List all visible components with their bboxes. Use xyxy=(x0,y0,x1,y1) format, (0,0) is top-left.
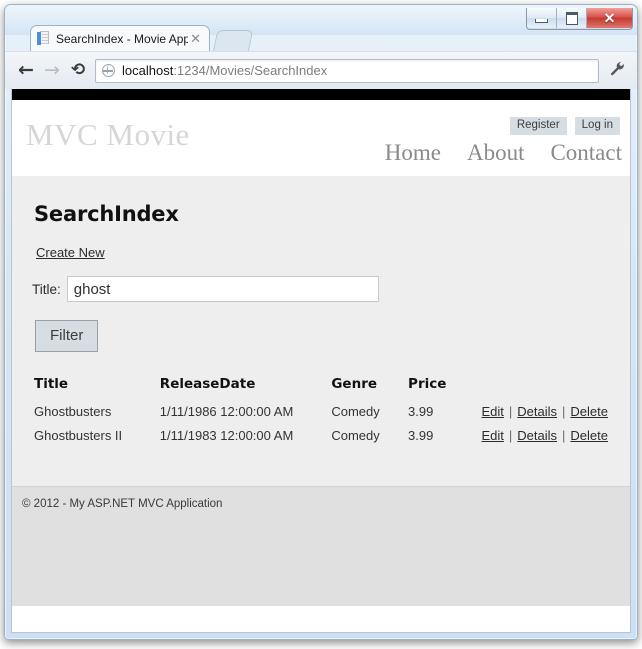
url-text: localhost:1234/Movies/SearchIndex xyxy=(122,63,327,78)
details-link[interactable]: Details xyxy=(517,428,557,443)
header-title: Title xyxy=(34,376,69,392)
header-releasedate: ReleaseDate xyxy=(159,376,256,392)
action-separator: | xyxy=(508,428,513,443)
header-price: Price xyxy=(408,376,447,392)
cell-price: 3.99 xyxy=(408,404,434,419)
address-bar[interactable]: localhost:1234/Movies/SearchIndex xyxy=(95,58,599,83)
filter-button[interactable]: Filter xyxy=(35,320,99,352)
reload-button[interactable]: ⟳ xyxy=(65,58,91,84)
new-tab-button[interactable] xyxy=(212,30,254,52)
filter-form: Title: Filter xyxy=(30,276,612,352)
action-separator: | xyxy=(562,428,566,443)
nav-contact[interactable]: Contact xyxy=(550,140,622,166)
main-nav: Home About Contact xyxy=(385,140,622,166)
delete-link[interactable]: Delete xyxy=(570,428,608,443)
cell-releasedate: 1/11/1983 12:00:00 AM xyxy=(159,428,294,443)
details-link[interactable]: Details xyxy=(517,404,557,419)
page-viewport: MVC Movie Register Log in Home About Con… xyxy=(11,89,631,633)
maximize-icon xyxy=(565,11,578,25)
cell-title: Ghostbusters xyxy=(34,404,112,419)
back-button[interactable]: ← xyxy=(13,58,39,84)
site-header: MVC Movie Register Log in Home About Con… xyxy=(12,100,630,204)
movies-table: Title ReleaseDate Genre Price Ghostbuste… xyxy=(34,376,608,448)
tab-close-icon[interactable]: ✕ xyxy=(188,32,203,45)
header-genre: Genre xyxy=(331,376,378,392)
document-icon xyxy=(37,31,50,46)
reload-icon: ⟳ xyxy=(70,60,86,80)
title-input[interactable] xyxy=(66,276,379,302)
nav-about[interactable]: About xyxy=(467,140,525,166)
table-row: Ghostbusters II 1/11/1983 12:00:00 AM Co… xyxy=(34,424,608,448)
movies-table-body: Ghostbusters 1/11/1986 12:00:00 AM Comed… xyxy=(34,400,608,448)
create-new-link[interactable]: Create New xyxy=(36,245,105,260)
title-field-row: Title: xyxy=(32,276,612,302)
title-label: Title: xyxy=(32,281,61,297)
page-body: SearchIndex Create New Title: Filter Tit… xyxy=(12,176,630,486)
tab-strip: SearchIndex - Movie App ✕ xyxy=(5,25,637,52)
browser-window: ✕ SearchIndex - Movie App ✕ ← → ⟳ localh… xyxy=(4,4,638,640)
action-separator: | xyxy=(562,404,566,419)
back-arrow-icon: ← xyxy=(18,59,34,81)
edit-link[interactable]: Edit xyxy=(481,428,503,443)
minimize-icon xyxy=(535,18,548,23)
tab-searchindex[interactable]: SearchIndex - Movie App ✕ xyxy=(30,25,210,51)
forward-button[interactable]: → xyxy=(39,58,65,84)
action-separator: | xyxy=(508,404,513,419)
close-icon: ✕ xyxy=(603,10,616,26)
url-path: :1234/Movies/SearchIndex xyxy=(173,63,328,78)
desktop-backdrop: ✕ SearchIndex - Movie App ✕ ← → ⟳ localh… xyxy=(0,0,642,649)
url-host: localhost xyxy=(122,63,174,78)
edit-link[interactable]: Edit xyxy=(481,404,503,419)
nav-home[interactable]: Home xyxy=(385,140,441,166)
cell-releasedate: 1/11/1986 12:00:00 AM xyxy=(159,404,294,419)
site-footer: © 2012 - My ASP.NET MVC Application xyxy=(12,486,630,606)
globe-icon xyxy=(102,64,115,77)
wrench-icon xyxy=(610,61,625,80)
forward-arrow-icon: → xyxy=(44,59,60,81)
account-nav: Register Log in xyxy=(509,117,620,135)
login-link[interactable]: Log in xyxy=(574,117,620,135)
tab-title: SearchIndex - Movie App xyxy=(56,31,189,46)
movies-table-head: Title ReleaseDate Genre Price xyxy=(34,376,608,400)
header-actions xyxy=(481,376,608,400)
register-link[interactable]: Register xyxy=(509,117,567,135)
table-header-row: Title ReleaseDate Genre Price xyxy=(34,376,608,400)
cell-genre: Comedy xyxy=(331,428,380,443)
cell-price: 3.99 xyxy=(408,428,434,443)
table-row: Ghostbusters 1/11/1986 12:00:00 AM Comed… xyxy=(34,400,608,424)
cell-title: Ghostbusters II xyxy=(34,428,123,443)
page-title: SearchIndex xyxy=(34,202,179,226)
cell-actions: Edit | Details | Delete xyxy=(481,400,608,424)
top-black-bar xyxy=(12,89,630,100)
delete-link[interactable]: Delete xyxy=(570,404,608,419)
cell-actions: Edit | Details | Delete xyxy=(481,424,608,448)
browser-toolbar: ← → ⟳ localhost:1234/Movies/SearchIndex xyxy=(5,51,637,89)
cell-genre: Comedy xyxy=(331,404,380,419)
wrench-menu-button[interactable] xyxy=(605,58,629,84)
footer-copyright: © 2012 - My ASP.NET MVC Application xyxy=(22,498,223,510)
